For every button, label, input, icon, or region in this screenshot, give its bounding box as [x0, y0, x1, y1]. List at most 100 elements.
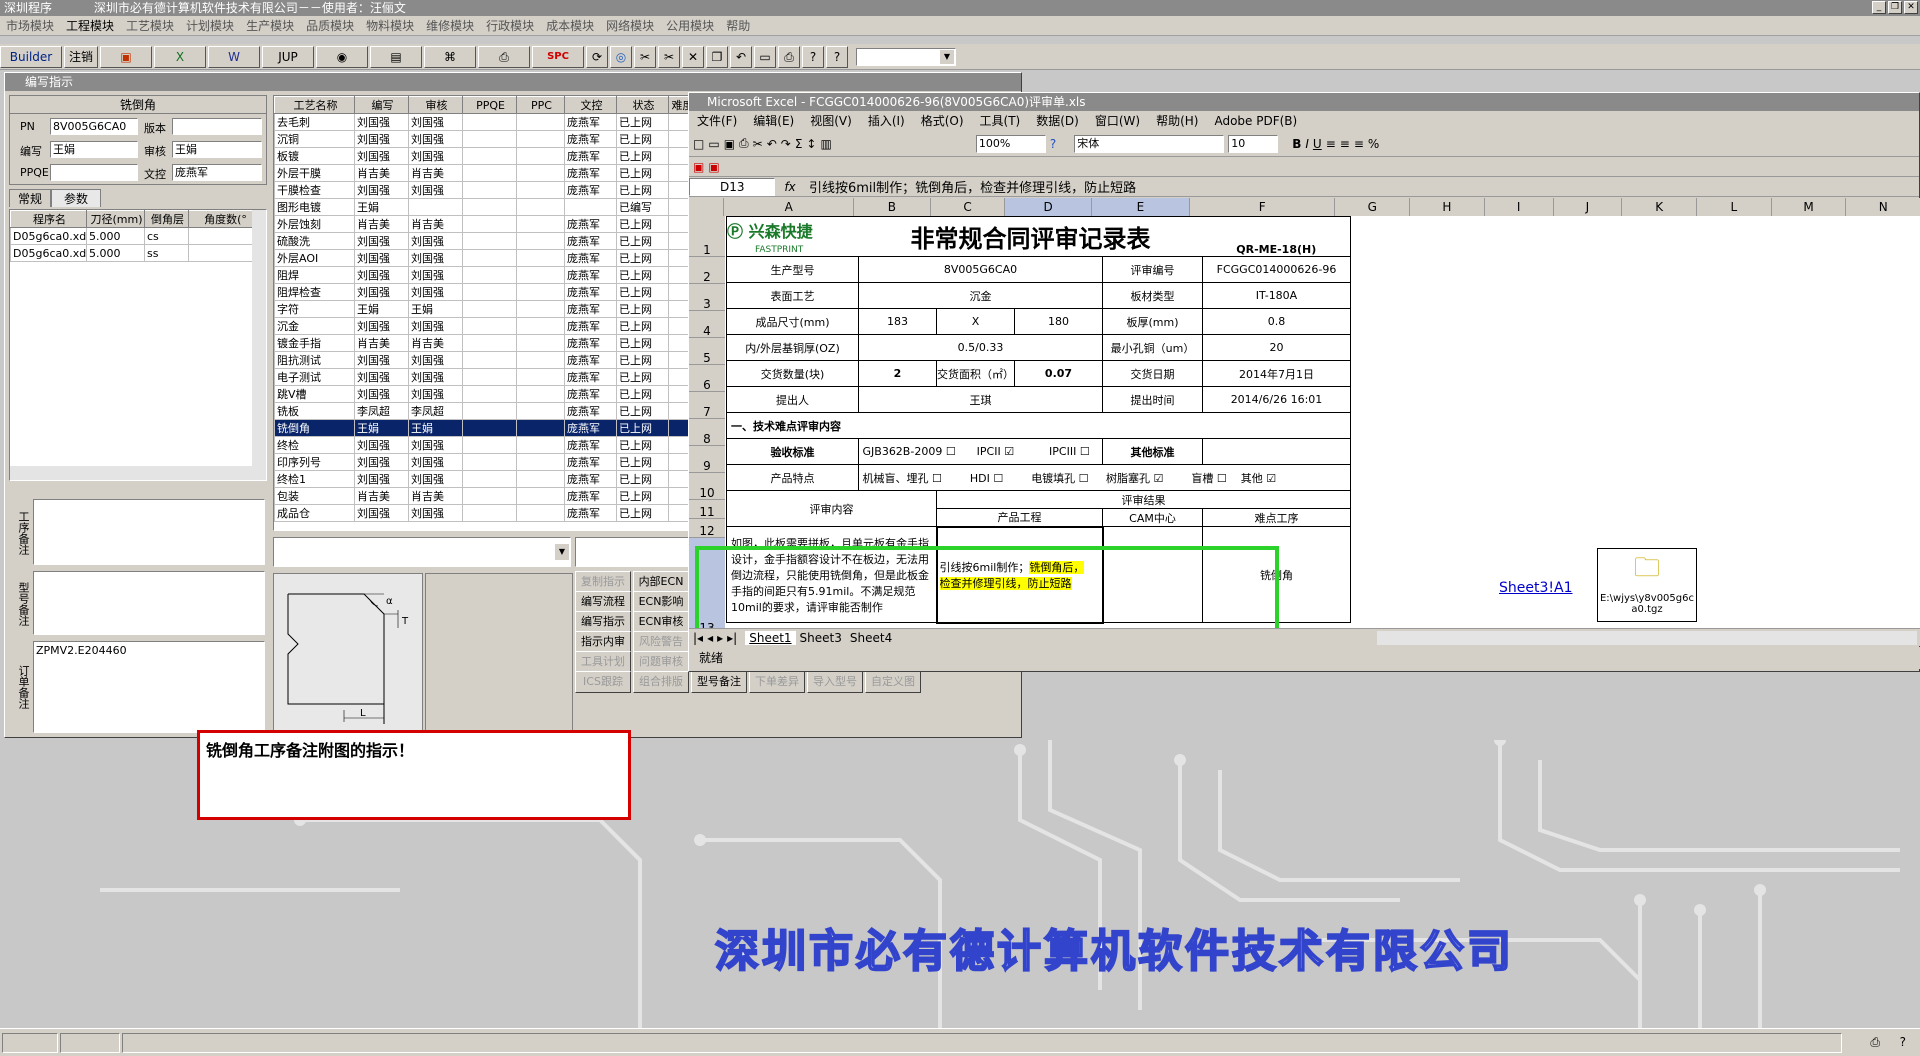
- cell-label[interactable]: 评审编号: [1102, 256, 1203, 283]
- align-center-icon[interactable]: ≡: [1340, 137, 1350, 151]
- order-note-field[interactable]: ZPMV2.E204460: [33, 641, 265, 733]
- process-note-field[interactable]: [33, 499, 265, 565]
- cell-value[interactable]: 8V005G6CA0: [858, 256, 1103, 283]
- menu-item[interactable]: 维修模块: [426, 19, 474, 33]
- doc-control-field[interactable]: 庞燕军: [172, 164, 262, 181]
- cell-value[interactable]: 沉金: [858, 282, 1103, 309]
- menu-item[interactable]: 网络模块: [606, 19, 654, 33]
- difficult-process-header[interactable]: 难点工序: [1202, 508, 1351, 527]
- cell-value[interactable]: X: [936, 308, 1015, 335]
- pdf-icon[interactable]: ▣: [693, 160, 704, 174]
- builder-button[interactable]: Builder: [0, 45, 62, 68]
- menu-item[interactable]: 市场模块: [6, 19, 54, 33]
- column-header[interactable]: F: [1190, 198, 1336, 216]
- preview-icon[interactable]: ▭: [754, 45, 776, 68]
- column-header[interactable]: D: [1005, 198, 1092, 216]
- table-row[interactable]: 终检1 刘国强 刘国强 庞燕军 已上网: [274, 470, 692, 488]
- refresh-icon[interactable]: ⟳: [586, 45, 608, 68]
- report-icon[interactable]: ▣: [100, 45, 152, 68]
- row-header[interactable]: 9: [689, 446, 725, 473]
- row-header[interactable]: 11: [689, 500, 725, 519]
- reviewer-field[interactable]: 王娟: [172, 141, 262, 158]
- process-combo[interactable]: ▼: [273, 537, 571, 567]
- bottom-button[interactable]: 下单差异: [749, 671, 805, 693]
- spc-button[interactable]: SPC: [532, 45, 584, 68]
- excel-icon[interactable]: X: [154, 45, 206, 68]
- excel-menu-item[interactable]: 窗口(W): [1095, 114, 1140, 128]
- open-icon[interactable]: ▭: [708, 137, 719, 151]
- new-icon[interactable]: □: [693, 137, 704, 151]
- cell-value[interactable]: 0.8: [1202, 308, 1351, 335]
- excel-menu-item[interactable]: 编辑(E): [753, 114, 794, 128]
- cell-label[interactable]: 板材类型: [1102, 282, 1203, 309]
- menu-item[interactable]: 帮助: [726, 19, 750, 33]
- next-sheet-icon[interactable]: ▸: [717, 631, 723, 645]
- excel-menu-item[interactable]: 工具(T): [980, 114, 1021, 128]
- menu-item[interactable]: 工程模块: [66, 19, 114, 33]
- menu-item[interactable]: 物料模块: [366, 19, 414, 33]
- cell-label[interactable]: 表面工艺: [726, 282, 859, 309]
- row-header[interactable]: 12: [689, 519, 725, 538]
- excel-menu-item[interactable]: 数据(D): [1036, 114, 1079, 128]
- align-right-icon[interactable]: ≡: [1354, 137, 1364, 151]
- excel-menu-item[interactable]: Adobe PDF(B): [1214, 114, 1297, 128]
- sheet-tab-3[interactable]: Sheet3: [796, 631, 846, 645]
- printer-icon[interactable]: ⎙: [478, 45, 530, 68]
- cell-label[interactable]: 最小孔铜（um）: [1102, 334, 1203, 361]
- cam-header[interactable]: CAM中心: [1102, 508, 1203, 527]
- print-icon[interactable]: ⎙: [739, 136, 749, 151]
- table-row[interactable]: 镀金手指 肖吉美 肖吉美 庞燕军 已上网: [274, 334, 692, 352]
- table-row[interactable]: 印序列号 刘国强 刘国强 庞燕军 已上网: [274, 453, 692, 471]
- action-button[interactable]: 问题审核: [633, 651, 689, 673]
- excel-menu-item[interactable]: 文件(F): [697, 114, 737, 128]
- row-header[interactable]: 7: [689, 392, 725, 419]
- tray-help-icon[interactable]: ?: [1900, 1035, 1906, 1049]
- cell-value[interactable]: [1202, 438, 1351, 465]
- column-header[interactable]: K: [1622, 198, 1697, 216]
- column-header[interactable]: 工艺名称: [274, 96, 355, 114]
- font-combo[interactable]: 宋体: [1074, 134, 1225, 153]
- tab-general[interactable]: 常规: [9, 189, 52, 207]
- bottom-button[interactable]: 导入型号: [807, 671, 863, 693]
- table-row[interactable]: 板镀 刘国强 刘国强 庞燕军 已上网: [274, 147, 692, 165]
- column-header[interactable]: H: [1410, 198, 1485, 216]
- tab-params[interactable]: 参数: [51, 189, 102, 207]
- column-header[interactable]: A: [724, 198, 855, 216]
- table-row[interactable]: 成品仓 刘国强 刘国强 庞燕军 已上网: [274, 504, 692, 522]
- prev-sheet-icon[interactable]: ◂: [707, 631, 713, 645]
- cell-label[interactable]: 生产型号: [726, 256, 859, 283]
- column-header[interactable]: 角度数(°: [188, 210, 261, 228]
- book-icon[interactable]: ▤: [370, 45, 422, 68]
- sort-icon[interactable]: ↕: [806, 137, 816, 151]
- secondary-combo[interactable]: [575, 537, 693, 567]
- row-header[interactable]: 1: [689, 216, 725, 257]
- cell-label[interactable]: 提出人: [726, 386, 859, 413]
- globe-icon[interactable]: ◎: [610, 45, 632, 68]
- percent-icon[interactable]: %: [1368, 137, 1379, 151]
- tray-printer-icon[interactable]: ⎙: [1870, 1035, 1880, 1050]
- review-content-header[interactable]: 评审内容: [726, 490, 937, 527]
- cell-value[interactable]: FCGGC014000626-96: [1202, 256, 1351, 283]
- column-header[interactable]: C: [931, 198, 1006, 216]
- copy-icon[interactable]: ❐: [706, 45, 728, 68]
- font-size-combo[interactable]: 10: [1228, 134, 1279, 153]
- cell-value[interactable]: 0.07: [1014, 360, 1103, 387]
- column-header[interactable]: 状态: [616, 96, 669, 114]
- column-header[interactable]: 文控: [564, 96, 617, 114]
- cell-label[interactable]: 其他标准: [1102, 438, 1203, 465]
- table-row[interactable]: 阻焊 刘国强 刘国强 庞燕军 已上网: [274, 266, 692, 284]
- excel-menu-item[interactable]: 插入(I): [868, 114, 905, 128]
- cell-value[interactable]: 183: [858, 308, 937, 335]
- undo-icon[interactable]: ↶: [767, 137, 777, 151]
- pdf2-icon[interactable]: ▣: [708, 160, 719, 174]
- column-header[interactable]: G: [1335, 198, 1411, 216]
- cut-icon[interactable]: ✂: [634, 45, 656, 68]
- menu-item[interactable]: 成本模块: [546, 19, 594, 33]
- action-button[interactable]: 工具计划: [575, 651, 631, 673]
- underline-icon[interactable]: U: [1313, 137, 1322, 151]
- toolbar-combo[interactable]: ▼: [856, 47, 956, 66]
- excel-hscroll[interactable]: [1377, 630, 1917, 645]
- table-row[interactable]: 干膜检查 刘国强 刘国强 庞燕军 已上网: [274, 181, 692, 199]
- cell-value[interactable]: 20: [1202, 334, 1351, 361]
- model-note-field[interactable]: [33, 571, 265, 635]
